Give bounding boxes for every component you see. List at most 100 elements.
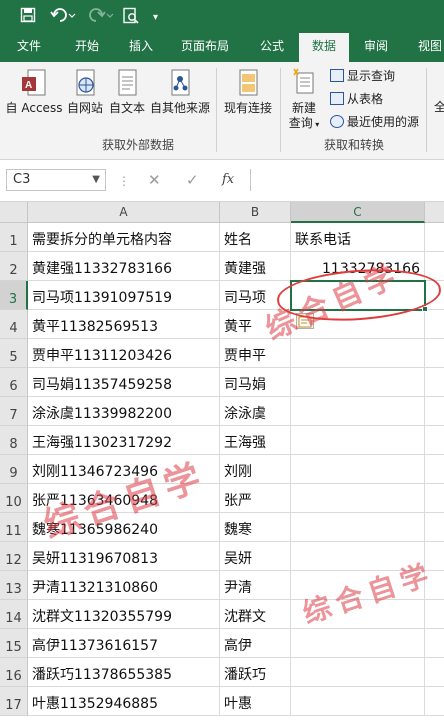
customize-icon[interactable]: ▾ [153, 9, 158, 27]
cell-b12[interactable]: 吴妍 [220, 542, 291, 571]
column-header-c[interactable]: C [291, 202, 425, 223]
cell-c7[interactable] [291, 397, 425, 426]
from-web-button[interactable]: 自网站 [64, 68, 106, 116]
cell-c9[interactable] [291, 455, 425, 484]
existing-connections-button[interactable]: 现有连接 [220, 68, 276, 116]
cell-c12[interactable] [291, 542, 425, 571]
redo-icon[interactable] [88, 7, 114, 29]
undo-icon[interactable] [50, 7, 76, 29]
row-header-12[interactable]: 12 [0, 542, 28, 571]
row-header-15[interactable]: 15 [0, 629, 28, 658]
cell-c6[interactable] [291, 368, 425, 397]
cell-partial-column[interactable] [425, 397, 444, 426]
new-query-button[interactable]: 新建 查询 ▾ [283, 68, 325, 132]
formula-input[interactable] [250, 169, 444, 191]
cancel-icon[interactable]: ✕ [148, 170, 161, 190]
cell-a13[interactable]: 尹清11321310860 [28, 571, 220, 600]
row-header-16[interactable]: 16 [0, 658, 28, 687]
cell-c1[interactable]: 联系电话 [291, 223, 425, 252]
cell-partial-column[interactable] [425, 484, 444, 513]
clipped-ribbon-button[interactable]: 全 [434, 100, 444, 115]
cell-a1[interactable]: 需要拆分的单元格内容 [28, 223, 220, 252]
cell-partial-column[interactable] [425, 223, 444, 252]
cell-c16[interactable] [291, 658, 425, 687]
cell-c11[interactable] [291, 513, 425, 542]
cell-partial-column[interactable] [425, 687, 444, 716]
cell-a8[interactable]: 王海强11302317292 [28, 426, 220, 455]
cell-c5[interactable] [291, 339, 425, 368]
cell-b7[interactable]: 涂泳虞 [220, 397, 291, 426]
cell-b5[interactable]: 贾申平 [220, 339, 291, 368]
tab-file[interactable]: 文件 [6, 33, 52, 62]
cell-b8[interactable]: 王海强 [220, 426, 291, 455]
row-header-2[interactable]: 2 [0, 252, 28, 281]
from-table-button[interactable]: 从表格 [330, 91, 383, 107]
tab-page-layout[interactable]: 页面布局 [174, 33, 236, 62]
cell-c13[interactable] [291, 571, 425, 600]
cell-c8[interactable] [291, 426, 425, 455]
cell-partial-column[interactable] [425, 368, 444, 397]
row-header-6[interactable]: 6 [0, 368, 28, 397]
cell-a7[interactable]: 涂泳虞11339982200 [28, 397, 220, 426]
cell-a10[interactable]: 张严11363460948 [28, 484, 220, 513]
row-header-14[interactable]: 14 [0, 600, 28, 629]
row-header-1[interactable]: 1 [0, 223, 28, 252]
enter-icon[interactable]: ✓ [186, 170, 199, 190]
column-header-partial[interactable] [425, 202, 444, 223]
cell-partial-column[interactable] [425, 310, 444, 339]
row-header-11[interactable]: 11 [0, 513, 28, 542]
cell-c10[interactable] [291, 484, 425, 513]
save-icon[interactable] [20, 7, 36, 29]
cell-b15[interactable]: 高伊 [220, 629, 291, 658]
cell-a12[interactable]: 吴妍11319670813 [28, 542, 220, 571]
cell-b6[interactable]: 司马娟 [220, 368, 291, 397]
cell-a15[interactable]: 高伊11373616157 [28, 629, 220, 658]
cell-partial-column[interactable] [425, 426, 444, 455]
tab-formulas[interactable]: 公式 [249, 33, 295, 62]
chevron-down-icon[interactable]: ▼ [92, 170, 100, 190]
cell-c14[interactable] [291, 600, 425, 629]
row-header-10[interactable]: 10 [0, 484, 28, 513]
row-header-9[interactable]: 9 [0, 455, 28, 484]
cell-b10[interactable]: 张严 [220, 484, 291, 513]
cell-a14[interactable]: 沈群文11320355799 [28, 600, 220, 629]
cell-c15[interactable] [291, 629, 425, 658]
cell-b13[interactable]: 尹清 [220, 571, 291, 600]
cell-partial-column[interactable] [425, 629, 444, 658]
cell-b11[interactable]: 魏寒 [220, 513, 291, 542]
cell-b17[interactable]: 叶惠 [220, 687, 291, 716]
cell-c17[interactable] [291, 687, 425, 716]
cell-b14[interactable]: 沈群文 [220, 600, 291, 629]
tab-view[interactable]: 视图 [407, 33, 444, 62]
cell-partial-column[interactable] [425, 455, 444, 484]
tab-data[interactable]: 数据 [299, 33, 349, 62]
from-other-sources-button[interactable]: 自其他来源 [148, 68, 212, 116]
cell-a4[interactable]: 黄平11382569513 [28, 310, 220, 339]
cell-b4[interactable]: 黄平 [220, 310, 291, 339]
cell-partial-column[interactable] [425, 600, 444, 629]
cell-b16[interactable]: 潘跃巧 [220, 658, 291, 687]
cell-a9[interactable]: 刘刚11346723496 [28, 455, 220, 484]
column-header-b[interactable]: B [220, 202, 291, 223]
recent-sources-button[interactable]: 最近使用的源 [330, 114, 419, 130]
cell-partial-column[interactable] [425, 513, 444, 542]
from-text-button[interactable]: 自文本 [106, 68, 148, 116]
cell-partial-column[interactable] [425, 339, 444, 368]
cell-a16[interactable]: 潘跃巧11378655385 [28, 658, 220, 687]
cell-a2[interactable]: 黄建强11332783166 [28, 252, 220, 281]
row-header-17[interactable]: 17 [0, 687, 28, 716]
select-all-corner[interactable] [0, 202, 28, 223]
cell-partial-column[interactable] [425, 542, 444, 571]
cell-b9[interactable]: 刘刚 [220, 455, 291, 484]
cell-a5[interactable]: 贾申平11311203426 [28, 339, 220, 368]
name-box[interactable]: C3 ▼ [6, 169, 106, 191]
row-header-7[interactable]: 7 [0, 397, 28, 426]
row-header-5[interactable]: 5 [0, 339, 28, 368]
cell-partial-column[interactable] [425, 571, 444, 600]
show-queries-button[interactable]: 显示查询 [330, 68, 395, 84]
cell-a17[interactable]: 叶惠11352946885 [28, 687, 220, 716]
cell-a11[interactable]: 魏寒11365986240 [28, 513, 220, 542]
row-header-4[interactable]: 4 [0, 310, 28, 339]
tab-home[interactable]: 开始 [64, 33, 110, 62]
column-header-a[interactable]: A [28, 202, 220, 223]
